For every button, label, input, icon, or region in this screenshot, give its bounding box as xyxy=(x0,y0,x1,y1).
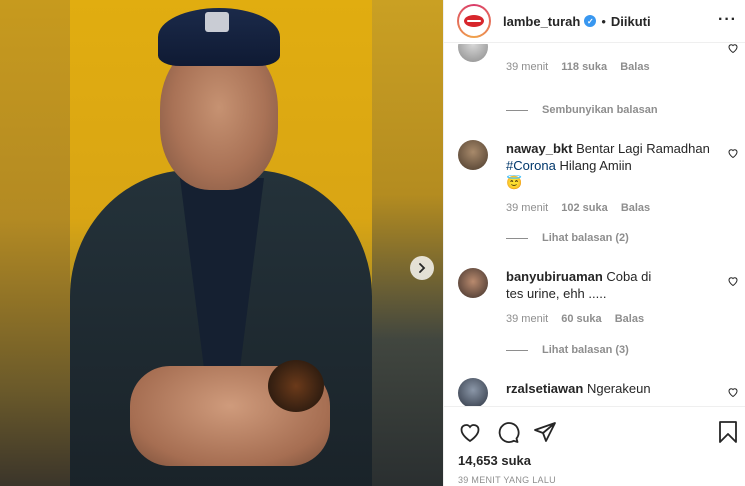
comment-likes[interactable]: 118 suka xyxy=(561,61,607,73)
replies-line xyxy=(506,109,528,111)
comment-text-before: Bentar Lagi Ramadhan xyxy=(576,141,710,156)
comment-username[interactable]: naway_bkt xyxy=(506,141,572,156)
wrist-watch xyxy=(268,360,324,412)
comment-text: banyubiruaman Coba di tes urine, ehh ...… xyxy=(506,268,666,302)
following-button[interactable]: Diikuti xyxy=(611,14,651,29)
post-timestamp[interactable]: 39 MENIT YANG LALU xyxy=(458,475,556,485)
share-icon[interactable] xyxy=(533,420,557,444)
chevron-right-icon xyxy=(419,263,426,273)
view-replies-button[interactable]: Lihat balasan (3) xyxy=(506,344,629,356)
comment-emoji: 😇 xyxy=(506,175,523,190)
bookmark-icon[interactable] xyxy=(716,420,740,444)
lips-logo-icon xyxy=(464,15,484,27)
replies-line xyxy=(506,349,528,351)
reply-button[interactable]: Balas xyxy=(615,313,644,325)
replies-label: Lihat balasan (3) xyxy=(542,344,629,356)
commenter-avatar[interactable] xyxy=(458,268,488,298)
comment-meta: 39 menit 102 suka Balas xyxy=(506,202,660,214)
verified-badge-icon: ✓ xyxy=(584,15,597,27)
likes-count[interactable]: 14,653 suka xyxy=(458,453,531,468)
comment-text-after: Hilang Amiin xyxy=(555,158,632,173)
heart-icon[interactable] xyxy=(727,147,739,159)
replies-label: Sembunyikan balasan xyxy=(542,104,658,116)
more-options-button[interactable]: ··· xyxy=(718,11,737,29)
reply-button[interactable]: Balas xyxy=(620,61,649,73)
toggle-replies-button[interactable]: Sembunyikan balasan xyxy=(506,104,658,116)
post-side-panel: lambe_turah ✓ • Diikuti ··· 39 menit 118… xyxy=(443,0,745,486)
commenter-avatar[interactable] xyxy=(458,44,488,62)
video-blur-left xyxy=(0,0,70,486)
comment-meta: 39 menit 60 suka Balas xyxy=(506,313,654,325)
comment-time[interactable]: 39 menit xyxy=(506,313,548,325)
comment-username[interactable]: rzalsetiawan xyxy=(506,381,583,396)
comment-time[interactable]: 39 menit xyxy=(506,202,548,214)
account-avatar[interactable] xyxy=(457,4,491,38)
reply-button[interactable]: Balas xyxy=(621,202,650,214)
comment-text: naway_bkt Bentar Lagi Ramadhan #Corona H… xyxy=(506,140,716,191)
comment-hashtag[interactable]: #Corona xyxy=(506,158,556,173)
comment-content: Ngerakeun xyxy=(586,381,651,396)
replies-line xyxy=(506,237,528,239)
avatar-inner xyxy=(459,6,489,36)
cap-logo xyxy=(205,12,229,32)
video-frame[interactable] xyxy=(70,0,372,486)
view-replies-button[interactable]: Lihat balasan (2) xyxy=(506,232,629,244)
comment-likes[interactable]: 60 suka xyxy=(561,313,601,325)
commenter-avatar[interactable] xyxy=(458,140,488,170)
account-username[interactable]: lambe_turah xyxy=(503,14,580,29)
header-separator: • xyxy=(601,13,606,29)
commenter-avatar[interactable] xyxy=(458,378,488,406)
heart-icon[interactable] xyxy=(458,420,482,444)
video-blur-right xyxy=(372,0,443,486)
replies-label: Lihat balasan (2) xyxy=(542,232,629,244)
comment-time[interactable]: 39 menit xyxy=(506,61,548,73)
post-header: lambe_turah ✓ • Diikuti ··· xyxy=(444,0,745,43)
post-media xyxy=(0,0,443,486)
heart-icon[interactable] xyxy=(727,44,739,54)
heart-icon[interactable] xyxy=(727,275,739,287)
comments-list: 39 menit 118 suka Balas Sembunyikan bala… xyxy=(444,44,745,406)
comment-meta: 39 menit 118 suka Balas xyxy=(506,61,660,73)
comment-icon[interactable] xyxy=(496,420,520,444)
comment-likes[interactable]: 102 suka xyxy=(561,202,607,214)
comment-text: rzalsetiawan Ngerakeun xyxy=(506,380,716,397)
comment-username[interactable]: banyubiruaman xyxy=(506,269,603,284)
heart-icon[interactable] xyxy=(727,386,739,398)
post-actions: 14,653 suka 39 MENIT YANG LALU xyxy=(444,406,745,486)
next-media-button[interactable] xyxy=(410,256,434,280)
